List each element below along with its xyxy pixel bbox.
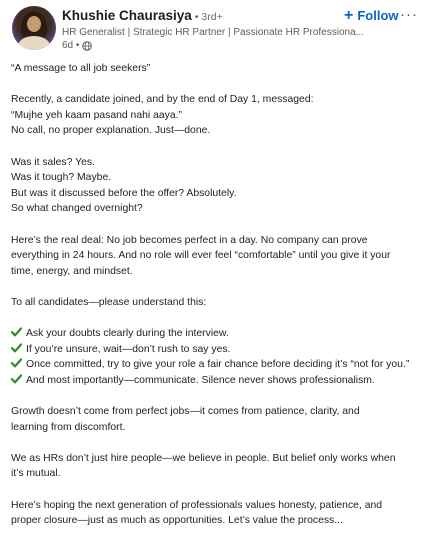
post-line: But was it discussed before the offer? A… xyxy=(11,187,237,199)
post-line: it’s mutual. xyxy=(11,468,61,480)
post-line: Here’s hoping the next generation of pro… xyxy=(11,499,383,511)
checklist-item: Ask your doubts clearly during the inter… xyxy=(11,326,435,342)
post-line: We as HRs don’t just hire people—we beli… xyxy=(11,452,396,464)
post-title: “A message to all job seekers” xyxy=(11,63,151,74)
check-icon xyxy=(11,358,22,368)
author-headline: HR Generalist | Strategic HR Partner | P… xyxy=(62,27,364,38)
post-line: proper closure—just as much as opportuni… xyxy=(11,515,343,527)
check-icon xyxy=(11,374,22,384)
avatar[interactable] xyxy=(12,6,56,50)
post-header: Khushie Chaurasiya • 3rd+ HR Generalist |… xyxy=(0,0,441,56)
checklist-text: And most importantly—communicate. Silenc… xyxy=(26,374,375,386)
post-line: “Mujhe yeh kaam pasand nahi aaya.” xyxy=(11,109,182,121)
post-line: Growth doesn’t come from perfect jobs—it… xyxy=(11,406,360,418)
plus-icon: + xyxy=(344,7,354,24)
post-line: Was it tough? Maybe. xyxy=(11,172,112,184)
check-icon xyxy=(11,327,22,337)
post-meta: 6d • xyxy=(62,40,93,51)
avatar-face xyxy=(27,16,41,32)
author-line: Khushie Chaurasiya • 3rd+ xyxy=(62,8,223,23)
post-body: “A message to all job seekers” Recently,… xyxy=(11,61,435,529)
post-line: everything in 24 hours. And no role will… xyxy=(11,250,391,262)
check-icon xyxy=(11,343,22,353)
globe-icon xyxy=(82,40,93,51)
post-line: learning from discomfort. xyxy=(11,421,126,433)
checklist-item: And most importantly—communicate. Silenc… xyxy=(11,373,435,389)
checklist-item: If you’re unsure, wait—don’t rush to say… xyxy=(11,342,435,358)
connection-degree: • 3rd+ xyxy=(194,11,223,23)
checklist-text: If you’re unsure, wait—don’t rush to say… xyxy=(26,343,231,355)
post-line: Was it sales? Yes. xyxy=(11,156,95,168)
follow-label: Follow xyxy=(357,8,399,23)
checklist-item: Once committed, try to give your role a … xyxy=(11,357,435,373)
post-line: time, energy, and mindset. xyxy=(11,265,133,277)
post-time: 6d • xyxy=(62,40,80,51)
avatar-shirt xyxy=(18,36,50,50)
checklist-text: Once committed, try to give your role a … xyxy=(26,359,410,371)
post-line: Recently, a candidate joined, and by the… xyxy=(11,94,314,106)
follow-button[interactable]: + Follow xyxy=(344,7,399,24)
author-name[interactable]: Khushie Chaurasiya xyxy=(62,8,192,23)
post-line: Here’s the real deal: No job becomes per… xyxy=(11,234,368,246)
more-icon[interactable]: ··· xyxy=(400,6,418,23)
post-line: So what changed overnight? xyxy=(11,203,143,215)
checklist-text: Ask your doubts clearly during the inter… xyxy=(26,328,229,340)
post-line: To all candidates—please understand this… xyxy=(11,296,207,308)
post-line: No call, no proper explanation. Just—don… xyxy=(11,125,211,137)
